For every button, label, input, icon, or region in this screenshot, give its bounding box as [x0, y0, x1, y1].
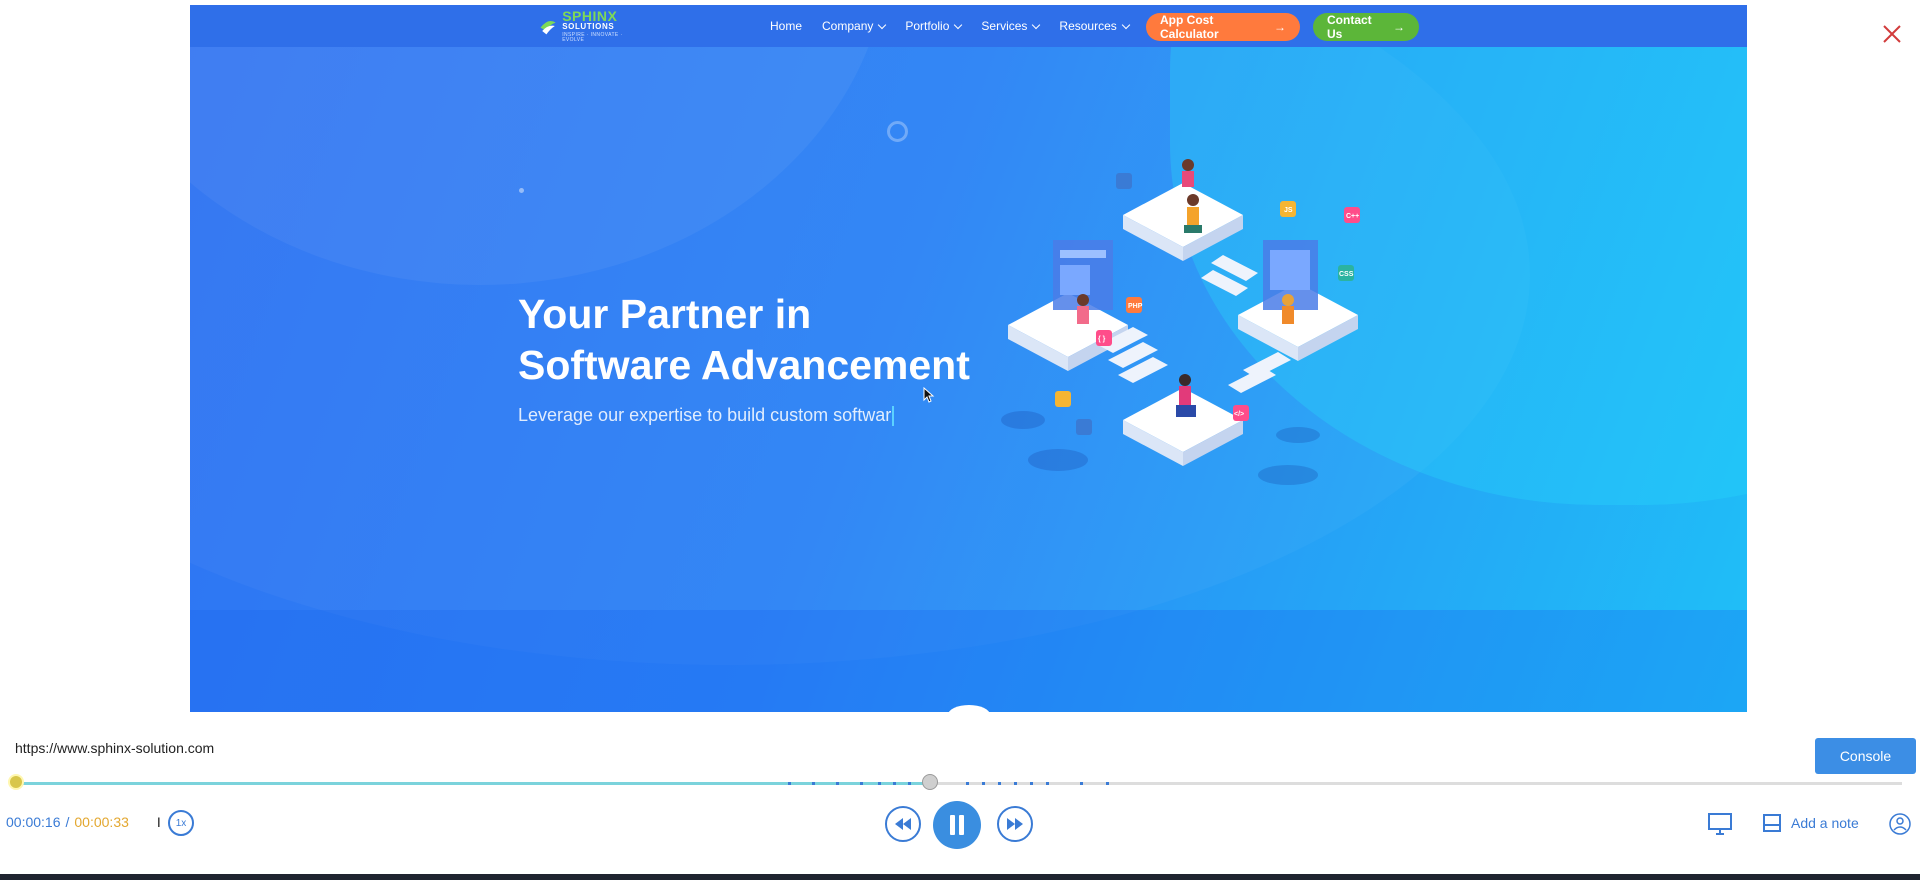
timeline-event-marker[interactable] — [860, 782, 863, 785]
site-logo[interactable]: SPHINX SOLUTIONS INSPIRE · INNOVATE · EV… — [538, 9, 633, 43]
logo-sub: SOLUTIONS — [562, 22, 615, 31]
timeline-event-marker[interactable] — [1046, 782, 1049, 785]
total-time: 00:00:33 — [74, 814, 129, 830]
nav-item-label: Company — [822, 19, 874, 33]
time-separator: / — [65, 814, 70, 830]
current-time: 00:00:16 — [6, 814, 61, 830]
logo-name: SPHINX — [562, 8, 618, 24]
nav-item-home[interactable]: Home — [770, 19, 802, 33]
chevron-down-icon — [1032, 20, 1041, 29]
timeline-event-marker[interactable] — [788, 782, 791, 785]
note-icon — [1763, 814, 1781, 832]
nav-item-label: Portfolio — [905, 19, 950, 33]
session-replay-viewport: SPHINX SOLUTIONS INSPIRE · INNOVATE · EV… — [190, 5, 1747, 712]
rewind-button[interactable] — [885, 806, 921, 842]
console-label: Console — [1839, 748, 1892, 764]
replay-speed-icon[interactable]: 1x — [168, 810, 194, 836]
session-url: https://www.sphinx-solution.com — [15, 740, 215, 756]
svg-text:PHP: PHP — [1128, 303, 1143, 310]
speed-label: 1x — [175, 817, 187, 829]
fast-forward-icon — [1007, 818, 1023, 830]
timeline-event-marker[interactable] — [812, 782, 815, 785]
user-icon[interactable] — [1888, 812, 1912, 836]
pause-icon — [950, 815, 964, 835]
close-icon[interactable] — [1880, 22, 1904, 46]
arrow-right-icon: → — [1393, 20, 1405, 34]
playback-timeline[interactable] — [15, 782, 1902, 785]
site-nav-menu: Home Company Portfolio Services Resource… — [770, 5, 1149, 47]
timeline-event-marker[interactable] — [893, 782, 896, 785]
logo-tagline: INSPIRE · INNOVATE · EVOLVE — [562, 32, 623, 43]
svg-text:C++: C++ — [1346, 213, 1359, 220]
svg-text:</>: </> — [1234, 411, 1244, 418]
os-taskbar — [0, 874, 1920, 880]
nav-item-label: Services — [981, 19, 1028, 33]
decorative-ring — [887, 121, 908, 142]
console-button[interactable]: Console — [1815, 738, 1916, 774]
svg-text:{ }: { } — [1098, 336, 1106, 343]
monitor-icon[interactable] — [1707, 812, 1733, 836]
arrow-right-icon: → — [1274, 20, 1286, 34]
chevron-down-icon — [954, 20, 963, 29]
timeline-event-marker[interactable] — [1106, 782, 1109, 785]
text-cursor-glyph: I — [156, 814, 161, 830]
add-note-button[interactable]: Add a note — [1762, 813, 1859, 833]
timeline-event-marker[interactable] — [836, 782, 839, 785]
svg-text:CSS: CSS — [1339, 271, 1354, 278]
nav-item-company[interactable]: Company — [822, 19, 887, 33]
hero-subtitle: Leverage our expertise to build custom s… — [518, 405, 895, 427]
timeline-progress — [15, 782, 930, 785]
timeline-scrubber[interactable] — [921, 774, 938, 790]
nav-item-label: Home — [770, 19, 803, 33]
timeline-event-marker[interactable] — [966, 782, 969, 785]
timeline-event-marker[interactable] — [1014, 782, 1017, 785]
platform-top — [1123, 183, 1243, 261]
chevron-down-icon — [1121, 20, 1131, 29]
fast-forward-button[interactable] — [997, 806, 1033, 842]
timeline-event-marker[interactable] — [982, 782, 985, 785]
timeline-event-marker[interactable] — [878, 782, 881, 785]
cta-label: App Cost Calculator — [1160, 13, 1219, 41]
decorative-dot — [519, 188, 524, 193]
playback-time: 00:00:16 / 00:00:33 I — [6, 814, 161, 830]
logo-mark-icon — [540, 20, 556, 35]
hero-bottom-band — [190, 610, 1747, 712]
rewind-icon — [895, 818, 911, 830]
nav-item-services[interactable]: Services — [981, 19, 1041, 33]
timeline-event-marker[interactable] — [998, 782, 1001, 785]
site-navbar: SPHINX SOLUTIONS INSPIRE · INNOVATE · EV… — [190, 5, 1747, 47]
add-note-label: Add a note — [1791, 815, 1859, 831]
timeline-event-marker[interactable] — [1080, 782, 1083, 785]
typing-caret — [892, 406, 895, 427]
hero-illustration: PHP CSS C++ JS { } </> — [1001, 159, 1360, 485]
cta-label: Contact Us — [1327, 13, 1372, 41]
timeline-start-marker[interactable] — [8, 774, 24, 790]
svg-text:JS: JS — [1284, 207, 1293, 214]
mouse-pointer-icon — [923, 387, 935, 403]
nav-item-label: Resources — [1059, 19, 1117, 33]
nav-item-resources[interactable]: Resources — [1059, 19, 1131, 33]
hero-title-line: Software Advancement — [518, 342, 970, 388]
pause-button[interactable] — [933, 801, 981, 849]
hero-subtitle-text: Leverage our expertise to build custom s… — [518, 405, 892, 425]
timeline-event-marker[interactable] — [908, 782, 911, 785]
chevron-down-icon — [878, 20, 887, 29]
timeline-event-marker[interactable] — [1030, 782, 1033, 785]
nav-item-portfolio[interactable]: Portfolio — [905, 19, 963, 33]
hero-title-line: Your Partner in — [518, 291, 812, 337]
hero-title: Your Partner in Software Advancement — [518, 289, 970, 391]
contact-us-button[interactable]: Contact Us → — [1313, 13, 1419, 41]
app-cost-calculator-button[interactable]: App Cost Calculator → — [1146, 13, 1300, 41]
